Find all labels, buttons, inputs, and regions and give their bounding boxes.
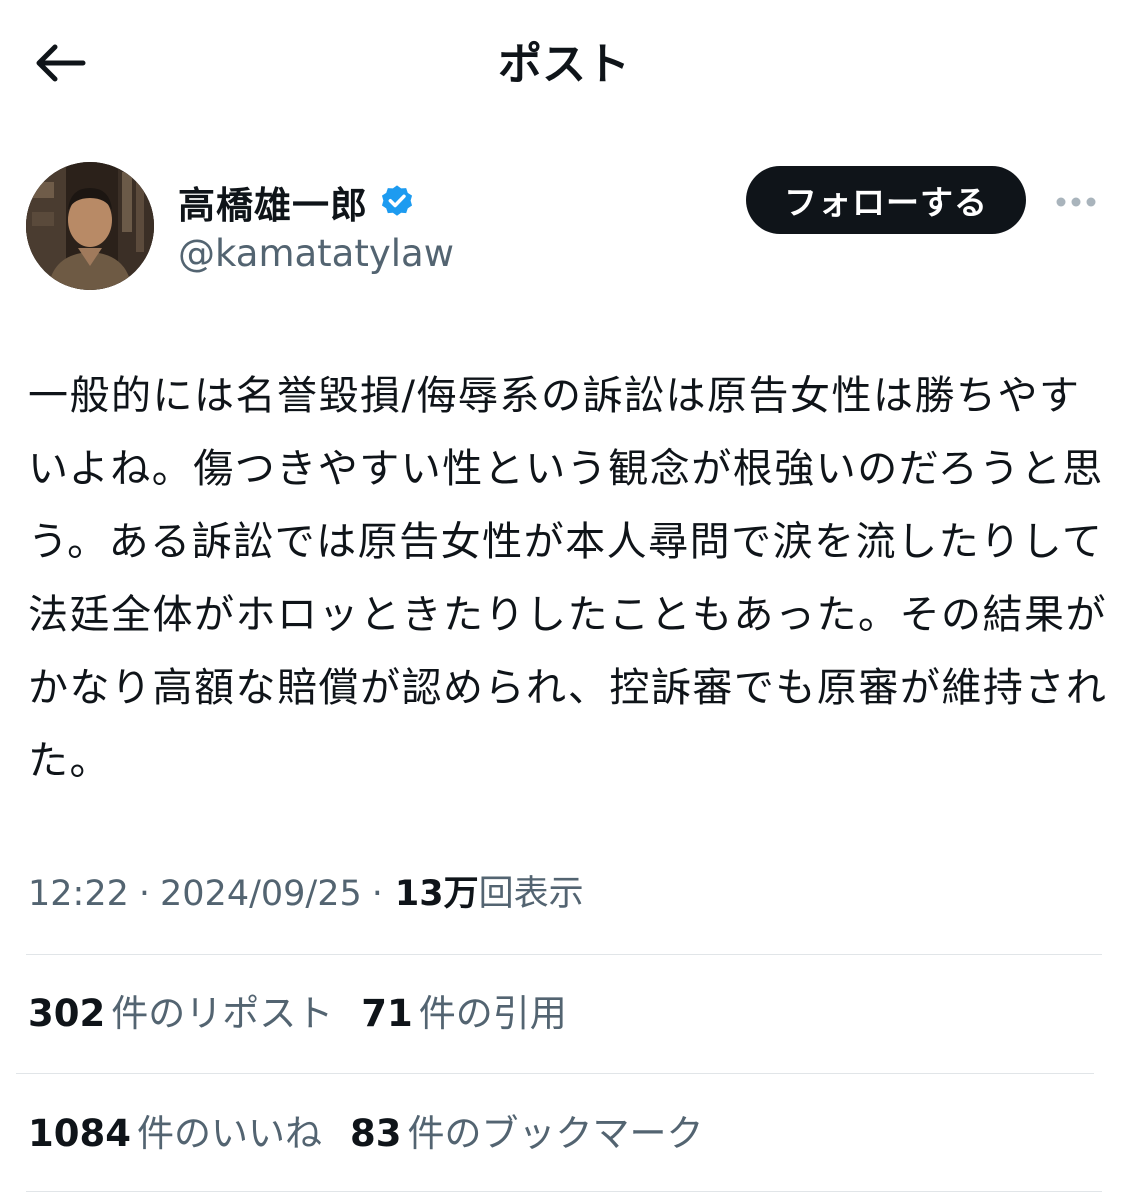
bookmarks-count: 83 xyxy=(349,1112,402,1155)
quotes-count: 71 xyxy=(361,992,413,1035)
name-line: 高橋雄一郎 xyxy=(178,176,416,228)
verified-badge-icon[interactable] xyxy=(378,183,416,221)
likes-stat[interactable]: 1084 件のいいね xyxy=(28,1106,322,1162)
user-handle[interactable]: @kamatatylaw xyxy=(178,230,454,278)
reposts-label: 件のリポスト xyxy=(111,992,334,1035)
views-label: 回表示 xyxy=(478,874,584,914)
post-time[interactable]: 12:22 xyxy=(28,866,129,922)
top-bar: ポスト xyxy=(0,0,1128,130)
quotes-label: 件の引用 xyxy=(418,992,567,1035)
post-meta: 12:22 · 2024/09/25 · 13万 回表示 xyxy=(28,866,584,922)
post-text: 一般的には名誉毀損/侮辱系の訴訟は原告女性は勝ちやすいよね。傷つきやすい性という… xyxy=(28,373,1108,784)
avatar[interactable] xyxy=(26,162,154,290)
more-options-button[interactable] xyxy=(1050,184,1102,220)
page-title: ポスト xyxy=(498,39,630,90)
reposts-count: 302 xyxy=(28,992,106,1035)
views-count: 13万 xyxy=(394,874,479,914)
bookmarks-stat[interactable]: 83 件のブックマーク xyxy=(350,1106,704,1162)
stats-row-reposts: 302 件のリポスト 71 件の引用 xyxy=(28,986,595,1042)
divider xyxy=(16,1073,1094,1074)
display-name[interactable]: 高橋雄一郎 xyxy=(178,175,368,229)
reposts-stat[interactable]: 302 件のリポスト xyxy=(28,986,333,1042)
likes-label: 件のいいね xyxy=(136,1112,322,1155)
follow-button[interactable]: フォローする xyxy=(746,166,1026,234)
bookmarks-label: 件のブックマーク xyxy=(407,1112,704,1155)
divider xyxy=(26,954,1102,955)
quotes-stat[interactable]: 71 件の引用 xyxy=(361,986,567,1042)
ellipsis-icon xyxy=(1055,193,1097,212)
meta-separator: · xyxy=(371,874,383,914)
stats-row-likes: 1084 件のいいね 83 件のブックマーク xyxy=(28,1106,731,1162)
likes-count: 1084 xyxy=(28,1112,131,1155)
meta-separator: · xyxy=(138,874,151,914)
author-row: 高橋雄一郎 @kamatatylaw フォローする xyxy=(26,162,1102,292)
post-date[interactable]: 2024/09/25 xyxy=(160,866,362,922)
divider xyxy=(26,1191,1102,1192)
